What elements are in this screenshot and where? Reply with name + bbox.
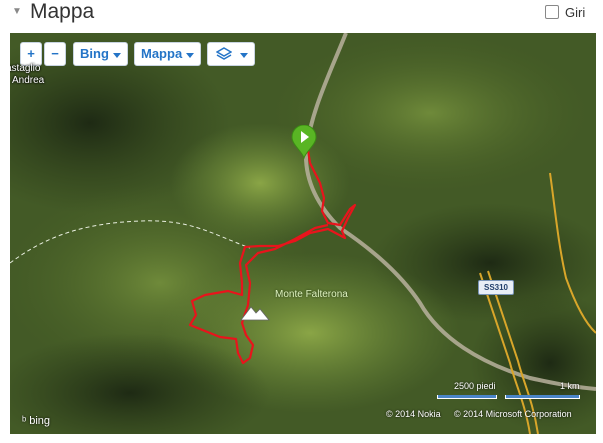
- bing-logo-text: bing: [29, 415, 51, 427]
- laps-label[interactable]: Giri: [565, 5, 585, 20]
- place-label: astaglio: [10, 63, 41, 74]
- satellite-terrain[interactable]: [10, 33, 596, 434]
- scale-bar-km: [505, 395, 580, 399]
- chevron-down-icon: [186, 53, 194, 58]
- map-provider-label: Bing: [80, 46, 109, 61]
- chevron-down-icon: [113, 53, 121, 58]
- copyright-nokia: © 2014 Nokia: [386, 409, 441, 419]
- map-type-label: Mappa: [141, 46, 183, 61]
- laps-checkbox[interactable]: [545, 5, 559, 19]
- mountain-label: Monte Falterona: [275, 289, 348, 300]
- place-label: Andrea: [12, 75, 45, 86]
- collapse-arrow-icon[interactable]: ▼: [12, 6, 22, 17]
- bing-logo: ᵇ bing: [22, 415, 50, 427]
- mountain-icon: [240, 306, 270, 321]
- scale-label-km: 1 km: [560, 381, 580, 391]
- map-view[interactable]: + − Bing Mappa astaglio Andrea Monte Fal…: [10, 33, 596, 434]
- scale-label-feet: 2500 piedi: [454, 381, 496, 391]
- scale-bar-feet: [437, 395, 497, 399]
- copyright-microsoft: © 2014 Microsoft Corporation: [454, 409, 572, 419]
- road-shield: SS310: [478, 280, 514, 295]
- layers-dropdown[interactable]: [207, 42, 255, 66]
- chevron-down-icon: [240, 53, 248, 58]
- section-title: Mappa: [30, 0, 95, 23]
- zoom-out-button[interactable]: −: [44, 42, 66, 66]
- map-type-dropdown[interactable]: Mappa: [134, 42, 201, 66]
- start-marker-icon[interactable]: [291, 125, 317, 159]
- section-header: ▼ Mappa Giri: [0, 0, 603, 30]
- map-provider-dropdown[interactable]: Bing: [73, 42, 128, 66]
- layers-icon: [216, 47, 232, 60]
- bing-logo-glyph: ᵇ: [22, 415, 27, 427]
